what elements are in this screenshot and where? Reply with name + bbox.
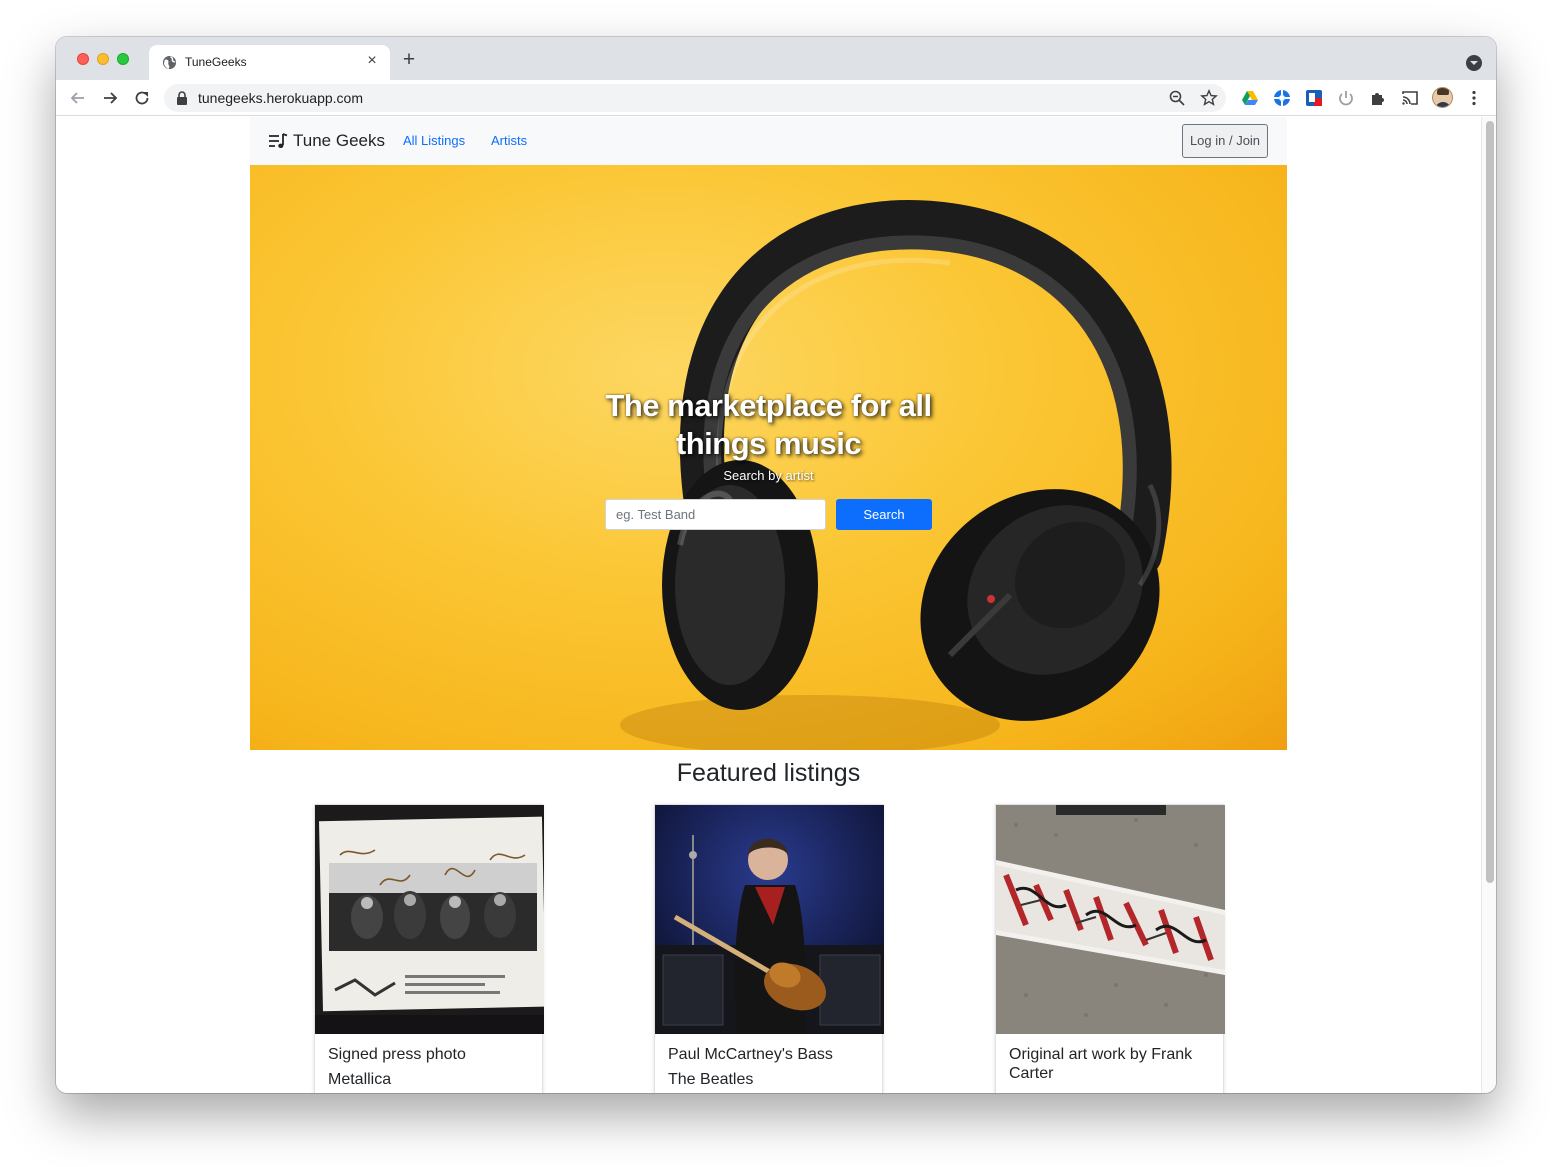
brand-link[interactable]: Tune Geeks <box>268 131 385 151</box>
page-scrollbar[interactable] <box>1481 117 1496 1093</box>
browser-window: TuneGeeks × + tunegeeks.herokuapp.com Tu… <box>56 37 1496 1093</box>
browser-toolbar: tunegeeks.herokuapp.com <box>56 80 1496 116</box>
listing-photo[interactable] <box>655 805 884 1034</box>
listing-title[interactable]: Signed press photo <box>328 1045 533 1064</box>
star-icon[interactable] <box>1200 89 1218 107</box>
listing-title[interactable]: Paul McCartney's Bass <box>668 1045 873 1064</box>
zoom-out-icon[interactable] <box>1168 89 1186 107</box>
site-navbar: Tune Geeks All Listings Artists Log in /… <box>250 117 1287 165</box>
lock-icon[interactable] <box>176 91 188 105</box>
puzzle-icon[interactable] <box>1369 89 1387 107</box>
listing-card[interactable]: Original art work by Frank Carter <box>995 804 1225 1093</box>
red-square-extension-icon[interactable] <box>1305 89 1323 107</box>
back-arrow-icon[interactable] <box>68 88 88 108</box>
listing-photo[interactable] <box>315 805 544 1034</box>
hero-subtitle: Search by artist <box>723 468 814 483</box>
artist-search-input[interactable] <box>605 499 826 530</box>
nav-all-listings[interactable]: All Listings <box>403 133 465 148</box>
tab-strip: TuneGeeks × + <box>56 37 1496 80</box>
blue-circle-extension-icon[interactable] <box>1273 89 1291 107</box>
listing-card[interactable]: Signed press photo Metallica <box>314 804 544 1093</box>
listing-card[interactable]: Paul McCartney's Bass The Beatles <box>654 804 884 1093</box>
listing-photo[interactable] <box>996 805 1225 1034</box>
profile-avatar[interactable] <box>1432 87 1453 108</box>
url-text: tunegeeks.herokuapp.com <box>198 90 363 106</box>
reload-icon[interactable] <box>132 88 152 108</box>
zoom-window-button[interactable] <box>117 53 129 65</box>
featured-heading: Featured listings <box>676 759 861 787</box>
more-menu-icon[interactable] <box>1465 89 1483 107</box>
close-tab-icon[interactable]: × <box>364 53 380 69</box>
hero-title: The marketplace for all things music <box>605 388 932 461</box>
brand-name: Tune Geeks <box>293 131 385 150</box>
page-viewport: Tune Geeks All Listings Artists Log in /… <box>56 117 1496 1093</box>
power-icon[interactable] <box>1337 89 1355 107</box>
nav-artists[interactable]: Artists <box>491 133 527 148</box>
listing-artist: The Beatles <box>668 1071 754 1088</box>
scrollbar-thumb[interactable] <box>1486 121 1494 883</box>
address-bar[interactable]: tunegeeks.herokuapp.com <box>164 84 1226 112</box>
music-list-icon <box>269 133 288 148</box>
google-drive-icon[interactable] <box>1241 89 1259 107</box>
login-join-button[interactable]: Log in / Join <box>1182 124 1268 158</box>
page-container: Tune Geeks All Listings Artists Log in /… <box>250 117 1287 1093</box>
cast-icon[interactable] <box>1401 89 1419 107</box>
browser-tab[interactable]: TuneGeeks × <box>149 45 390 80</box>
hero-banner: The marketplace for all things music Sea… <box>250 165 1287 750</box>
listing-artist: Metallica <box>328 1071 392 1088</box>
listing-title[interactable]: Original art work by Frank Carter <box>1009 1045 1214 1083</box>
close-window-button[interactable] <box>77 53 89 65</box>
globe-icon <box>162 55 177 70</box>
new-tab-button[interactable]: + <box>400 49 418 70</box>
tab-search-icon[interactable] <box>1466 55 1482 71</box>
search-button[interactable]: Search <box>836 499 932 530</box>
forward-arrow-icon[interactable] <box>100 88 120 108</box>
tab-title: TuneGeeks <box>185 55 247 69</box>
minimize-window-button[interactable] <box>97 53 109 65</box>
